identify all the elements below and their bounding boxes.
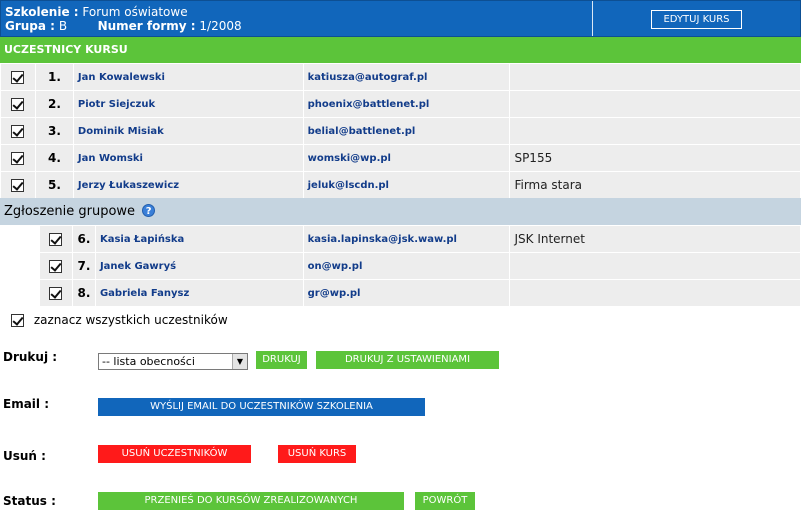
participant-number: 4.	[34, 144, 74, 172]
form-number-value: 1/2008	[199, 19, 242, 33]
checkbox-checked-icon[interactable]	[11, 97, 25, 111]
group-label: Grupa :	[5, 19, 55, 33]
participant-organization	[509, 279, 801, 307]
participant-name[interactable]: Jan Kowalewski	[72, 63, 304, 91]
checkbox-checked-icon[interactable]	[11, 151, 25, 165]
participant-email[interactable]: phoenix@battlenet.pl	[302, 90, 511, 118]
participant-name[interactable]: Dominik Misiak	[72, 117, 304, 145]
participant-email[interactable]: kasia.lapinska@jsk.waw.pl	[302, 225, 511, 253]
participant-row: 7. Janek Gawryś on@wp.pl	[39, 252, 801, 280]
participant-name[interactable]: Piotr Siejczuk	[72, 90, 304, 118]
checkbox-checked-icon[interactable]	[49, 286, 63, 300]
participant-checkbox-cell	[39, 252, 73, 280]
select-all-row: zaznacz wszystkich uczestników	[11, 313, 228, 327]
header-actions: EDYTUJ KURS	[592, 1, 801, 36]
participant-name[interactable]: Kasia Łapińska	[94, 225, 304, 253]
participant-organization: Firma stara	[509, 171, 801, 199]
participant-organization	[509, 63, 801, 91]
group-registration-title: Zgłoszenie grupowe	[4, 204, 136, 219]
select-all-label: zaznacz wszystkich uczestników	[33, 313, 228, 327]
send-email-button[interactable]: WYŚLIJ EMAIL DO UCZESTNIKÓW SZKOLENIA	[98, 398, 425, 416]
participant-email[interactable]: jeluk@lscdn.pl	[302, 171, 511, 199]
participant-number: 3.	[34, 117, 74, 145]
edit-course-button[interactable]: EDYTUJ KURS	[651, 10, 742, 29]
participant-organization	[509, 117, 801, 145]
print-type-value: -- lista obecności	[102, 355, 195, 368]
participants-section-title: UCZESTNICY KURSU	[0, 37, 801, 63]
checkbox-checked-icon[interactable]	[11, 178, 25, 192]
participant-email[interactable]: womski@wp.pl	[302, 144, 511, 172]
participant-row: 5. Jerzy Łukaszewicz jeluk@lscdn.pl Firma s…	[0, 171, 801, 199]
participant-organization: JSK Internet	[509, 225, 801, 253]
participant-organization	[509, 252, 801, 280]
checkbox-checked-icon[interactable]	[11, 124, 25, 138]
print-button[interactable]: DRUKUJ	[256, 351, 307, 369]
checkbox-checked-icon[interactable]	[11, 70, 25, 84]
select-all-checkbox[interactable]	[11, 314, 24, 327]
participant-email[interactable]: belial@battlenet.pl	[302, 117, 511, 145]
participant-row: 1. Jan Kowalewski katiusza@autograf.pl	[0, 63, 801, 91]
course-header: Szkolenie : Forum oświatowe Grupa : B Nu…	[0, 0, 801, 37]
checkbox-checked-icon[interactable]	[49, 259, 63, 273]
participant-organization	[509, 90, 801, 118]
group-registration-bar: Zgłoszenie grupowe ?	[0, 198, 801, 225]
participant-name[interactable]: Jan Womski	[72, 144, 304, 172]
delete-label: Usuń :	[3, 449, 46, 463]
participant-name[interactable]: Gabriela Fanysz	[94, 279, 304, 307]
participant-checkbox-cell	[0, 90, 36, 118]
participant-email[interactable]: gr@wp.pl	[302, 279, 511, 307]
participant-row: 6. Kasia Łapińska kasia.lapinska@jsk.waw.p…	[39, 225, 801, 253]
print-label: Drukuj :	[3, 350, 58, 364]
course-label: Szkolenie :	[5, 5, 79, 19]
checkbox-checked-icon[interactable]	[49, 232, 63, 246]
help-icon[interactable]: ?	[142, 204, 156, 217]
participant-row: 8. Gabriela Fanysz gr@wp.pl	[39, 279, 801, 307]
participant-row: 3. Dominik Misiak belial@battlenet.pl	[0, 117, 801, 145]
course-value: Forum oświatowe	[82, 5, 188, 19]
participant-checkbox-cell	[0, 171, 36, 199]
delete-course-button[interactable]: USUŃ KURS	[278, 445, 356, 463]
course-info: Szkolenie : Forum oświatowe Grupa : B Nu…	[5, 5, 242, 33]
participant-number: 2.	[34, 90, 74, 118]
participants-table: 1. Jan Kowalewski katiusza@autograf.pl 2. Pi…	[0, 63, 801, 199]
form-number-label: Numer formy :	[97, 19, 196, 33]
participant-name[interactable]: Janek Gawryś	[94, 252, 304, 280]
print-with-settings-button[interactable]: DRUKUJ Z USTAWIENIAMI	[316, 351, 499, 369]
participant-checkbox-cell	[39, 225, 73, 253]
participant-name[interactable]: Jerzy Łukaszewicz	[72, 171, 304, 199]
participant-number: 8.	[71, 279, 96, 307]
back-button[interactable]: POWRÓT	[415, 492, 475, 510]
participant-organization: SP155	[509, 144, 801, 172]
email-label: Email :	[3, 397, 50, 411]
print-type-select[interactable]: -- lista obecności ▼	[98, 353, 248, 370]
dropdown-arrow-icon[interactable]: ▼	[232, 354, 247, 369]
delete-participants-button[interactable]: USUŃ UCZESTNIKÓW	[98, 445, 251, 463]
participant-row: 2. Piotr Siejczuk phoenix@battlenet.pl	[0, 90, 801, 118]
participant-number: 7.	[71, 252, 96, 280]
group-value: B	[58, 19, 68, 33]
participant-email[interactable]: katiusza@autograf.pl	[302, 63, 511, 91]
participant-number: 5.	[34, 171, 74, 199]
move-to-completed-button[interactable]: PRZENIEŚ DO KURSÓW ZREALIZOWANYCH	[98, 492, 404, 510]
participant-checkbox-cell	[39, 279, 73, 307]
participant-checkbox-cell	[0, 144, 36, 172]
participant-checkbox-cell	[0, 117, 36, 145]
participant-number: 1.	[34, 63, 74, 91]
participant-checkbox-cell	[0, 63, 36, 91]
participant-number: 6.	[71, 225, 96, 253]
participant-row: 4. Jan Womski womski@wp.pl SP155	[0, 144, 801, 172]
status-label: Status :	[3, 494, 56, 508]
participant-email[interactable]: on@wp.pl	[302, 252, 511, 280]
group-participants-table: 6. Kasia Łapińska kasia.lapinska@jsk.waw.p…	[39, 225, 801, 307]
